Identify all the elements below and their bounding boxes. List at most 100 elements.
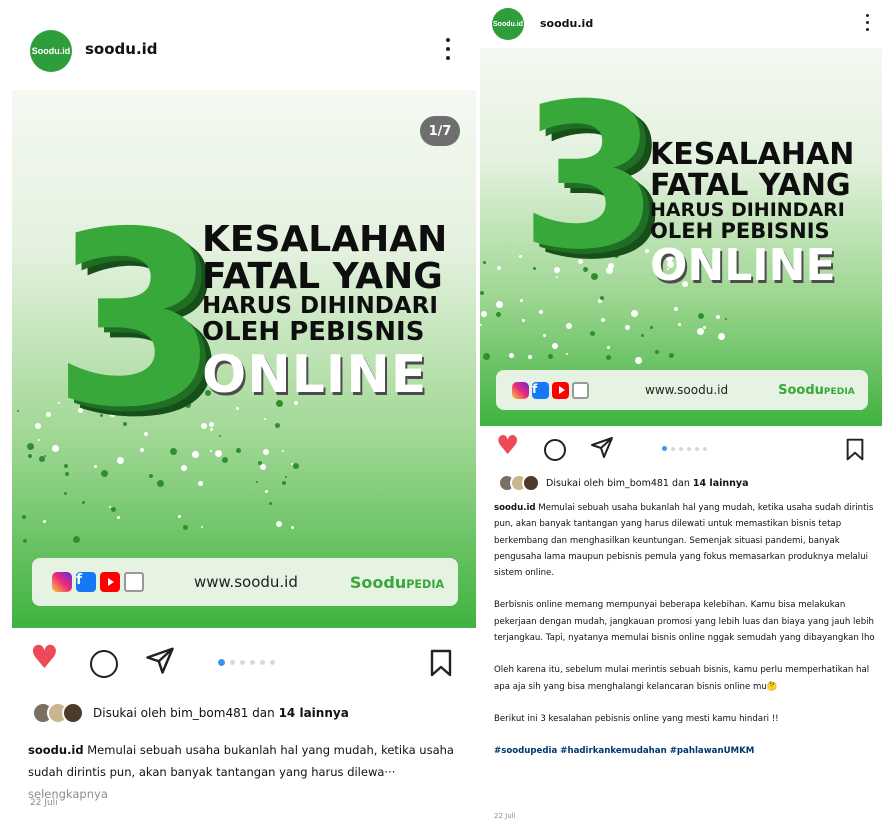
headline: KESALAHAN FATAL YANG HARUS DIHINDARI OLE… bbox=[650, 137, 855, 291]
avatar[interactable]: Soodu.id bbox=[30, 30, 72, 72]
confetti-dot bbox=[631, 310, 638, 317]
confetti-dot bbox=[698, 313, 704, 319]
confetti-dot bbox=[725, 318, 727, 320]
confetti-dot bbox=[222, 457, 228, 463]
confetti-dot bbox=[23, 539, 27, 543]
carousel-dot bbox=[250, 660, 255, 665]
slide-counter: 1/7 bbox=[420, 116, 460, 146]
username[interactable]: soodu.id bbox=[85, 40, 158, 58]
hashtags[interactable]: #soodupedia #hadirkankemudahan #pahlawan… bbox=[494, 743, 876, 759]
confetti-dot bbox=[600, 296, 604, 300]
likes-row[interactable]: Disukai oleh bim_bom481 dan 14 lainnya bbox=[498, 474, 749, 492]
confetti-dot bbox=[481, 311, 487, 317]
carousel-indicator bbox=[662, 446, 707, 451]
avatar[interactable]: Soodu.id bbox=[492, 8, 524, 40]
confetti-dot bbox=[496, 312, 501, 317]
confetti-dot bbox=[256, 481, 258, 483]
confetti-dot bbox=[265, 490, 268, 493]
confetti-dot bbox=[483, 261, 486, 264]
confetti-dot bbox=[669, 353, 674, 358]
confetti-dot bbox=[65, 472, 69, 476]
confetti-dot bbox=[552, 343, 558, 349]
headline-line-1: KESALAHAN bbox=[650, 137, 855, 172]
headline-number: 3 bbox=[520, 61, 660, 294]
heart-icon[interactable]: ♥ bbox=[30, 641, 59, 673]
confetti-dot bbox=[539, 310, 543, 314]
post-image[interactable]: 3 KESALAHAN FATAL YANG HARUS DIHINDARI O… bbox=[12, 90, 476, 628]
username[interactable]: soodu.id bbox=[540, 17, 593, 30]
headline-line-3: HARUS DIHINDARI bbox=[202, 293, 438, 320]
likes-middle: dan bbox=[668, 477, 693, 489]
confetti-dot bbox=[522, 319, 525, 322]
post-header: Soodu.id soodu.id bbox=[0, 0, 476, 90]
confetti-dot bbox=[181, 465, 187, 471]
confetti-dot bbox=[219, 435, 221, 437]
likes-row[interactable]: Disukai oleh bim_bom481 dan 14 lainnya bbox=[32, 702, 349, 724]
caption-username[interactable]: soodu.id bbox=[494, 503, 536, 513]
confetti-dot bbox=[480, 324, 482, 326]
bookmark-icon[interactable] bbox=[846, 438, 864, 461]
avatar bbox=[522, 474, 540, 492]
heart-icon[interactable]: ♥ bbox=[496, 433, 519, 459]
likes-user[interactable]: bim_bom481 bbox=[607, 478, 669, 489]
confetti-dot bbox=[548, 354, 553, 359]
shop-icon bbox=[124, 572, 144, 592]
more-options-icon[interactable] bbox=[866, 14, 869, 31]
bookmark-icon[interactable] bbox=[430, 649, 452, 677]
confetti-dot bbox=[22, 515, 26, 519]
headline-line-5: ONLINE bbox=[650, 239, 836, 291]
confetti-dot bbox=[64, 464, 68, 468]
caption-expanded: soodu.id Memulai sebuah usaha bukanlah h… bbox=[494, 500, 876, 760]
likes-user[interactable]: bim_bom481 bbox=[170, 706, 248, 720]
social-icons: f bbox=[512, 381, 589, 399]
confetti-dot bbox=[117, 516, 120, 519]
post-footer-bar: f www.soodu.id SooduPEDIA bbox=[32, 558, 458, 606]
headline-line-4: OLEH PEBISNIS bbox=[202, 316, 425, 347]
likes-others[interactable]: 14 lainnya bbox=[279, 706, 349, 720]
headline-line-5: ONLINE bbox=[202, 345, 428, 406]
confetti-dot bbox=[64, 492, 67, 495]
caption-username[interactable]: soodu.id bbox=[28, 743, 84, 757]
confetti-dot bbox=[275, 423, 280, 428]
confetti-dot bbox=[282, 450, 284, 452]
post-date: 22 Juli bbox=[494, 812, 516, 820]
confetti-dot bbox=[718, 333, 725, 340]
carousel-dot bbox=[671, 446, 675, 451]
liker-avatars bbox=[498, 474, 540, 492]
caption-text: Memulai sebuah usaha bukanlah hal yang m… bbox=[28, 743, 454, 779]
confetti-dot bbox=[183, 525, 188, 530]
likes-text: Disukai oleh bim_bom481 dan 14 lainnya bbox=[546, 478, 749, 489]
headline-line-1: KESALAHAN bbox=[202, 219, 448, 260]
caption: soodu.id Memulai sebuah usaha bukanlah h… bbox=[28, 739, 458, 805]
brand-logo: SooduPEDIA bbox=[350, 573, 444, 592]
more-options-icon[interactable] bbox=[446, 38, 450, 60]
confetti-dot bbox=[236, 407, 239, 410]
confetti-dot bbox=[109, 506, 111, 508]
share-icon[interactable] bbox=[590, 435, 614, 465]
confetti-dot bbox=[509, 353, 514, 358]
post-expanded-view: Soodu.id soodu.id 3 KESALAHAN FATAL YANG… bbox=[476, 0, 886, 824]
youtube-icon bbox=[100, 572, 120, 592]
likes-others[interactable]: 14 lainnya bbox=[693, 478, 749, 489]
confetti-dot bbox=[285, 476, 287, 478]
confetti-dot bbox=[566, 323, 572, 329]
post-image[interactable]: 3 KESALAHAN FATAL YANG HARUS DIHINDARI O… bbox=[480, 48, 882, 426]
share-icon[interactable] bbox=[145, 645, 175, 681]
confetti-dot bbox=[44, 455, 46, 457]
confetti-dot bbox=[483, 353, 490, 360]
confetti-dot bbox=[606, 355, 611, 360]
brand-sub: PEDIA bbox=[406, 577, 445, 591]
action-bar: ♥ bbox=[30, 641, 460, 681]
confetti-dot bbox=[635, 357, 642, 364]
carousel-dot bbox=[260, 660, 265, 665]
confetti-dot bbox=[178, 515, 181, 518]
carousel-dot bbox=[662, 446, 667, 451]
confetti-dot bbox=[264, 418, 266, 420]
confetti-dot bbox=[716, 315, 720, 319]
confetti-dot bbox=[38, 439, 40, 441]
comment-icon[interactable] bbox=[544, 439, 566, 461]
post-footer-bar: f www.soodu.id SooduPEDIA bbox=[496, 370, 868, 410]
likes-prefix: Disukai oleh bbox=[93, 706, 171, 720]
comment-icon[interactable] bbox=[90, 650, 118, 678]
caption-text: Memulai sebuah usaha bukanlah hal yang m… bbox=[494, 503, 874, 579]
